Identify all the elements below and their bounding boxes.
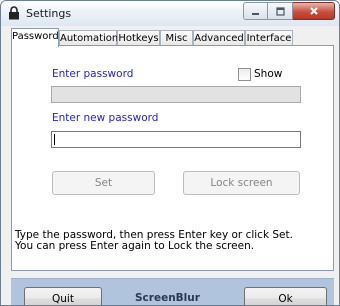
show-password-label[interactable]: Show <box>254 68 282 80</box>
show-password-checkbox[interactable] <box>238 68 251 81</box>
minimize-button[interactable] <box>243 2 268 20</box>
footer-bar: Quit ScreenBlur Ok <box>11 278 334 305</box>
title-bar[interactable]: Settings <box>1 1 339 26</box>
close-icon <box>309 7 318 15</box>
password-field[interactable] <box>51 86 301 103</box>
caption-buttons <box>243 2 335 20</box>
text-caret <box>54 134 55 145</box>
enter-password-label: Enter password <box>52 68 134 80</box>
new-password-label: Enter new password <box>52 112 159 124</box>
tab-automation[interactable]: Automation <box>59 30 118 46</box>
set-button[interactable]: Set <box>52 171 155 195</box>
new-password-field[interactable] <box>51 131 301 148</box>
client-area: Password Automation Hotkeys Misc Advance… <box>6 26 334 305</box>
maximize-icon <box>275 6 285 16</box>
lock-icon <box>9 6 19 20</box>
tab-misc[interactable]: Misc <box>160 30 193 46</box>
minimize-icon <box>252 12 259 15</box>
tab-advanced[interactable]: Advanced <box>193 30 245 46</box>
tab-interface[interactable]: Interface <box>245 30 293 46</box>
lock-screen-button[interactable]: Lock screen <box>183 171 300 195</box>
tab-password[interactable]: Password <box>11 28 59 47</box>
window-title: Settings <box>26 7 72 20</box>
maximize-button[interactable] <box>268 2 293 20</box>
help-text-line-2: You can press Enter again to Lock the sc… <box>15 240 255 252</box>
ok-button[interactable]: Ok <box>244 287 327 305</box>
brand-label: ScreenBlur <box>135 292 200 304</box>
close-button[interactable] <box>293 2 335 20</box>
password-tab-page: Enter password Show Enter new password S… <box>11 45 334 271</box>
quit-button[interactable]: Quit <box>24 287 102 305</box>
tab-hotkeys[interactable]: Hotkeys <box>117 30 160 46</box>
settings-window: Settings Password Automation Hotkeys Mis… <box>0 0 340 306</box>
